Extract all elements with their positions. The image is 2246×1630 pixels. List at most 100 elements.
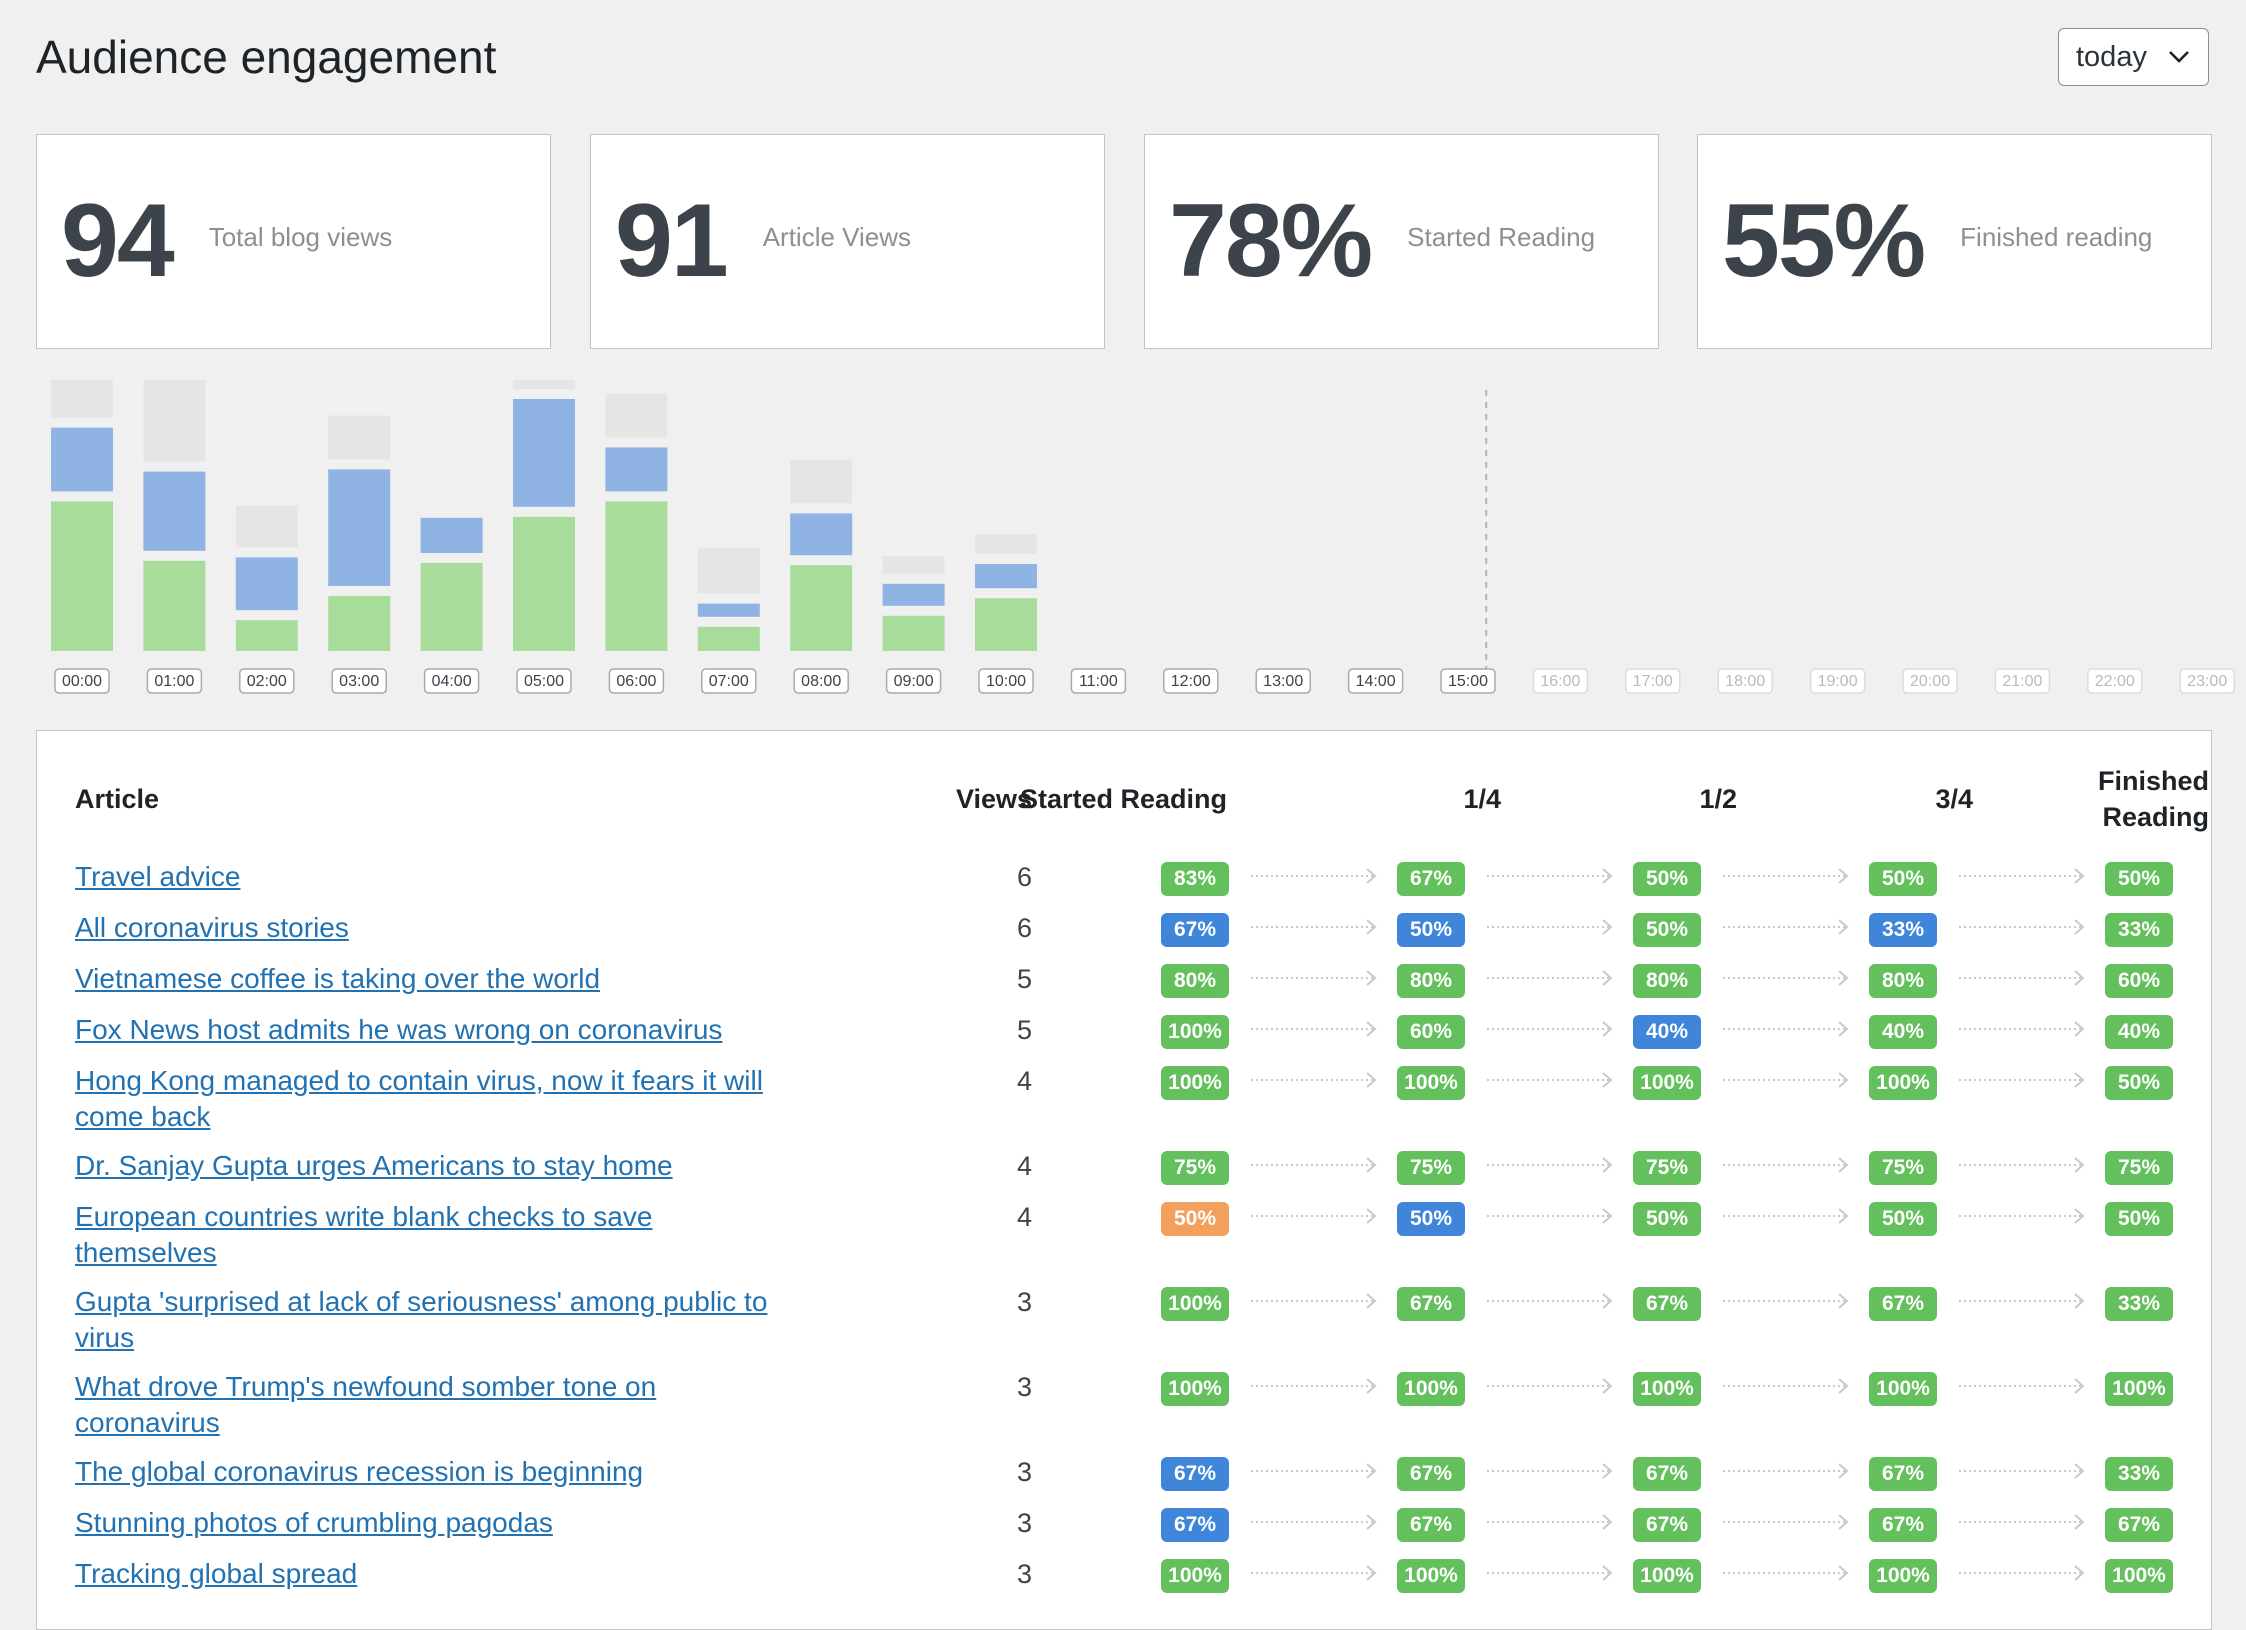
article-link[interactable]: Tracking global spread [75, 1556, 795, 1592]
chart-bar-started [143, 471, 206, 551]
reading-percent-badge: 67% [1869, 1457, 1937, 1491]
article-link[interactable]: Vietnamese coffee is taking over the wor… [75, 961, 795, 997]
article-link[interactable]: Hong Kong managed to contain virus, now … [75, 1063, 795, 1135]
chart-bar-group[interactable] [697, 547, 760, 651]
col-header-finished-line1: Finished [2097, 766, 2209, 796]
article-link-line: Tracking global spread [75, 1558, 358, 1589]
reading-percent-badge: 60% [1397, 1015, 1465, 1049]
progress-arrow-icon [1251, 1208, 1377, 1224]
chart-canvas: 00:00 01:00 02:00 03:00 04:00 05:00 06:00 07:00… [51, 380, 2235, 694]
chart-bar-group[interactable] [513, 380, 575, 651]
progress-arrow-icon [1487, 1378, 1613, 1394]
article-link-line: Stunning photos of crumbling pagodas [75, 1507, 553, 1538]
col-header-finished-line2: Reading [2102, 802, 2209, 832]
article-link[interactable]: The global coronavirus recession is begi… [75, 1454, 795, 1490]
article-link-line: Fox News host admits he was wrong on cor… [75, 1014, 723, 1045]
date-range-select[interactable]: today [2058, 28, 2209, 86]
reading-percent-badge: 67% [1161, 1457, 1229, 1491]
progress-arrow-icon [1959, 1514, 2085, 1530]
stat-value: 78% [1169, 183, 1373, 299]
chart-bar-started [697, 603, 760, 617]
views-cell: 4 [1016, 1066, 1032, 1096]
reading-percent-badge: 100% [1397, 1066, 1465, 1100]
x-tick-label: 01:00 [154, 673, 194, 690]
chart-bar-finished [975, 598, 1037, 651]
reading-percent-badge: 40% [2105, 1015, 2173, 1049]
reading-percent-badge: 100% [1869, 1372, 1937, 1406]
chart-bar-group[interactable] [235, 505, 298, 651]
article-link[interactable]: European countries write blank checks to… [75, 1199, 795, 1271]
chart-bar-views [51, 380, 113, 418]
hourly-engagement-chart: 00:00 01:00 02:00 03:00 04:00 05:00 06:00 07:00… [0, 380, 2246, 710]
date-range-value: today [2076, 40, 2147, 73]
reading-percent-badge: 50% [1397, 913, 1465, 947]
progress-arrow-icon [1251, 919, 1377, 935]
progress-arrow-icon [1723, 1378, 1849, 1394]
reading-percent-badge: 75% [2105, 1151, 2173, 1185]
progress-arrow-icon [1959, 868, 2085, 884]
reading-percent-badge: 100% [1161, 1015, 1229, 1049]
chart-bar-finished [235, 620, 298, 651]
x-tick-label: 18:00 [1725, 673, 1765, 690]
chart-bar-finished [790, 565, 853, 651]
reading-percent-badge: 50% [1161, 1202, 1229, 1236]
reading-percent-badge: 67% [1161, 1508, 1229, 1542]
article-link[interactable]: Fox News host admits he was wrong on cor… [75, 1012, 795, 1048]
reading-percent-badge: 50% [2105, 1066, 2173, 1100]
stat-value: 91 [615, 183, 729, 299]
article-link[interactable]: Gupta 'surprised at lack of seriousness'… [75, 1284, 795, 1356]
x-tick-label: 06:00 [616, 673, 656, 690]
chart-bar-group[interactable] [790, 459, 853, 651]
views-cell: 3 [1016, 1457, 1032, 1487]
reading-percent-badge: 100% [1633, 1372, 1701, 1406]
reading-percent-badge: 75% [1869, 1151, 1937, 1185]
progress-arrow-icon [1487, 1463, 1613, 1479]
article-link[interactable]: All coronavirus stories [75, 910, 795, 946]
reading-percent-badge: 40% [1633, 1015, 1701, 1049]
x-tick-label: 21:00 [2002, 673, 2042, 690]
page-title: Audience engagement [36, 31, 497, 83]
progress-arrow-icon [1251, 1463, 1377, 1479]
x-tick-label: 08:00 [801, 673, 841, 690]
reading-percent-badge: 67% [1397, 1508, 1465, 1542]
article-link[interactable]: Travel advice [75, 859, 795, 895]
chart-bar-started [605, 447, 668, 492]
reading-percent-badge: 100% [1869, 1559, 1937, 1593]
x-tick-label: 12:00 [1171, 673, 1211, 690]
reading-percent-badge: 100% [1161, 1559, 1229, 1593]
progress-arrow-icon [1487, 1208, 1613, 1224]
reading-percent-badge: 50% [2105, 1202, 2173, 1236]
col-header-article: Article [75, 784, 160, 814]
reading-percent-badge: 83% [1161, 862, 1229, 896]
chart-bar-group[interactable] [605, 393, 668, 651]
chart-bar-group[interactable] [143, 380, 206, 651]
reading-percent-badge: 67% [2105, 1508, 2173, 1542]
reading-percent-badge: 100% [1869, 1066, 1937, 1100]
chart-bar-group[interactable] [420, 517, 483, 651]
chart-bar-group[interactable] [975, 534, 1037, 651]
stat-label: Started Reading [1407, 222, 1596, 252]
progress-arrow-icon [1487, 1157, 1613, 1173]
stat-card-started-reading: 78% Started Reading [1144, 134, 1659, 349]
article-link[interactable]: Stunning photos of crumbling pagodas [75, 1505, 795, 1541]
reading-percent-badge: 100% [1397, 1372, 1465, 1406]
chart-bar-started [420, 517, 483, 553]
chart-bar-group[interactable] [882, 556, 945, 651]
col-header-quarter: 1/4 [1463, 784, 1501, 814]
reading-percent-badge: 50% [1633, 1202, 1701, 1236]
reading-percent-badge: 67% [1633, 1287, 1701, 1321]
x-tick-label: 04:00 [432, 673, 472, 690]
x-tick-label: 15:00 [1448, 673, 1488, 690]
article-link[interactable]: What drove Trump's newfound somber tone … [75, 1369, 795, 1441]
chart-bar-group[interactable] [328, 415, 391, 651]
progress-arrow-icon [1723, 1072, 1849, 1088]
progress-arrow-icon [1487, 919, 1613, 935]
reading-percent-badge: 50% [1633, 913, 1701, 947]
progress-arrow-icon [1959, 1293, 2085, 1309]
stat-cards: 94 Total blog views 91 Article Views 78%… [36, 134, 2212, 349]
progress-arrow-icon [1723, 1293, 1849, 1309]
chart-bar-views [975, 534, 1037, 554]
reading-percent-badge: 100% [2105, 1372, 2173, 1406]
article-link[interactable]: Dr. Sanjay Gupta urges Americans to stay… [75, 1148, 795, 1184]
chart-bar-group[interactable] [51, 380, 113, 651]
